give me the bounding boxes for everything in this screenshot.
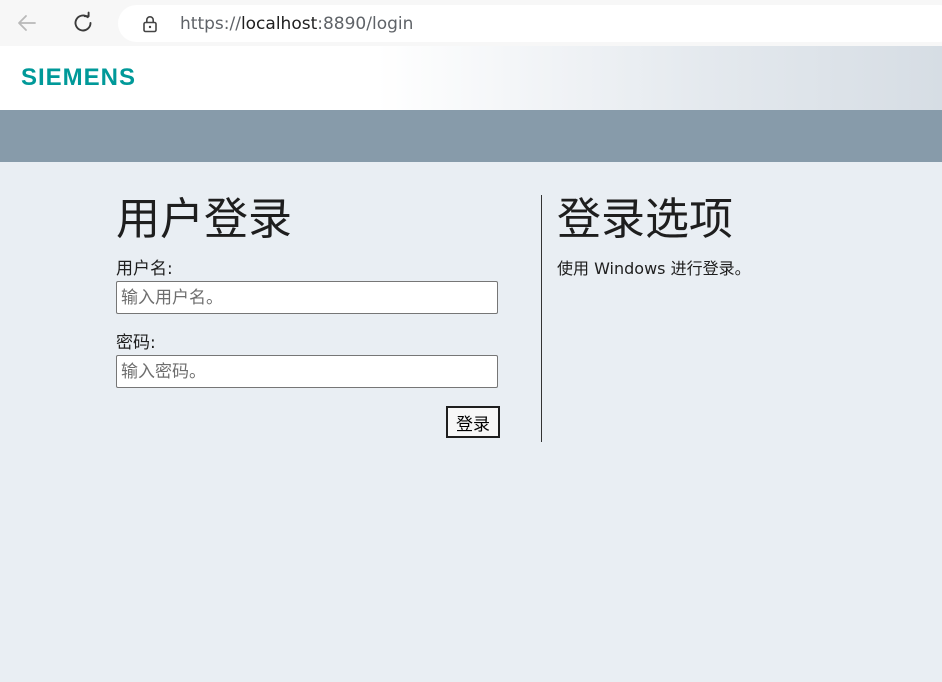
- url-rest: :8890/login: [317, 14, 414, 34]
- login-title: 用户登录: [116, 194, 292, 245]
- address-bar[interactable]: https://localhost:8890/login: [118, 5, 942, 42]
- vertical-divider: [541, 195, 542, 442]
- windows-login-option[interactable]: 使用 Windows 进行登录。: [557, 258, 917, 280]
- login-button[interactable]: 登录: [446, 406, 500, 438]
- password-input[interactable]: [116, 355, 498, 388]
- siemens-logo: SIEMENS: [21, 64, 137, 91]
- windows-login-text[interactable]: 使用 Windows 进行登录。: [557, 259, 751, 278]
- login-options-panel: 登录选项 使用 Windows 进行登录。: [557, 192, 917, 280]
- browser-toolbar: https://localhost:8890/login: [0, 0, 942, 46]
- username-label: 用户名:: [116, 259, 173, 279]
- reload-button[interactable]: [68, 8, 98, 38]
- brand-header: SIEMENS: [0, 46, 942, 110]
- url-prefix: https://: [180, 14, 241, 34]
- options-title: 登录选项: [557, 194, 733, 245]
- header-band: [0, 110, 942, 162]
- url-text[interactable]: https://localhost:8890/login: [180, 14, 413, 34]
- lock-icon[interactable]: [140, 14, 160, 34]
- username-input[interactable]: [116, 281, 498, 314]
- login-panel: 用户登录 用户名: 密码: 登录: [116, 192, 500, 440]
- main-content: 用户登录 用户名: 密码: 登录 登录选项 使用 Windows 进行登录。: [0, 162, 942, 682]
- submit-row: 登录: [116, 406, 500, 440]
- reload-icon: [74, 11, 92, 32]
- url-host: localhost: [240, 14, 318, 34]
- back-button[interactable]: [12, 8, 42, 38]
- password-label: 密码:: [116, 333, 156, 353]
- arrow-left-icon: [18, 15, 36, 31]
